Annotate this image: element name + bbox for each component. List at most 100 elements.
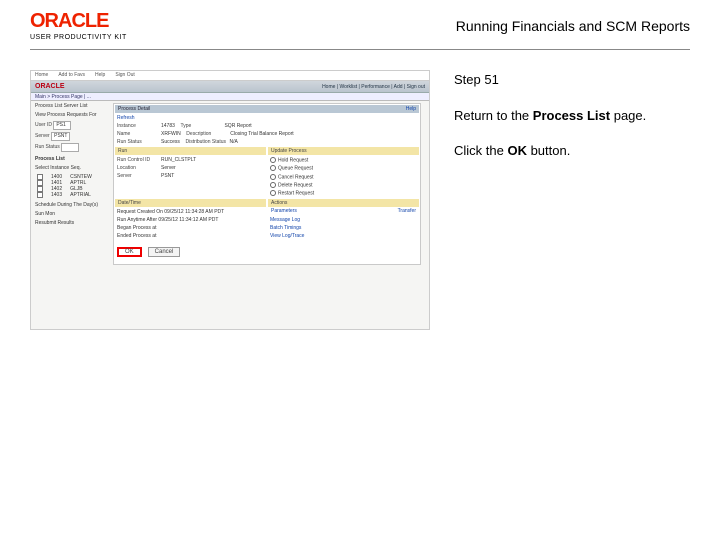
checkbox-icon <box>37 192 43 198</box>
ss-button-row: OK Cancel <box>117 247 417 257</box>
label: Run Anytime After <box>117 217 157 223</box>
value: SQR Report <box>224 123 251 129</box>
text-bold: OK <box>507 143 527 158</box>
ss-body: Process List Server List View Process Re… <box>31 101 429 321</box>
radio-icon <box>270 182 276 188</box>
value: Closing Trial Balance Report <box>230 131 293 137</box>
label: Type <box>180 123 224 129</box>
ss-panel-title: Process Detail <box>115 105 419 113</box>
ok-button[interactable]: OK <box>117 247 142 257</box>
value: Success <box>161 139 180 145</box>
text: button. <box>527 143 570 158</box>
ss-runstatus-value <box>61 143 79 152</box>
ss-date-began: Began Process at <box>117 225 264 231</box>
ss-userid-label: User ID <box>35 122 52 128</box>
ss-menu-item: Sign Out <box>115 72 134 79</box>
cell: APTRIAL <box>70 192 91 198</box>
ss-header-links: Home | Worklist | Performance | Add | Si… <box>322 84 425 90</box>
ss-process-detail-panel: Process Detail Help Refresh Instance1478… <box>113 103 421 265</box>
value: N/A <box>229 139 237 145</box>
label: Server <box>117 173 161 179</box>
ss-refresh-link: Refresh <box>117 115 417 121</box>
value: Server <box>161 165 176 171</box>
value: RUN_CLSTPLT <box>161 157 196 163</box>
table-row: 1403 APTRIAL <box>35 192 111 198</box>
ss-main-panel-area: Process Detail Help Refresh Instance1478… <box>113 103 421 265</box>
ss-radio-restart: Restart Request <box>270 190 417 196</box>
label: Location <box>117 165 161 171</box>
cell: 1403 <box>51 192 62 198</box>
text: page. <box>610 108 646 123</box>
label: Restart Request <box>278 191 314 197</box>
ss-schedule-label: Schedule During The Day(s) <box>35 202 111 209</box>
embedded-screenshot: Home Add to Favs Help Sign Out ORACLE Ho… <box>30 70 430 330</box>
value: PSNT <box>161 173 174 179</box>
ss-app-header: ORACLE Home | Worklist | Performance | A… <box>31 81 429 93</box>
text: Click the <box>454 143 507 158</box>
link: Transfer <box>398 208 416 214</box>
radio-icon <box>270 165 276 171</box>
ss-location-row: LocationServer <box>117 165 264 171</box>
ss-view-label: View Process Requests For <box>35 112 111 119</box>
value: 09/25/12 11:34:28 AM PDT <box>164 209 224 215</box>
ss-mon: Mon <box>45 211 55 217</box>
ss-menu-item: Home <box>35 72 48 79</box>
ss-run-header: Run <box>115 147 266 155</box>
ss-userid-value: PS1 <box>53 121 71 130</box>
text-bold: Process List <box>533 108 610 123</box>
label: Name <box>117 131 161 137</box>
step-number: Step 51 <box>454 70 690 90</box>
instruction-line-1: Return to the Process List page. <box>454 106 690 126</box>
ss-menu-item: Add to Favs <box>58 72 85 79</box>
ss-browser-menubar: Home Add to Favs Help Sign Out <box>31 71 429 81</box>
label: Cancel Request <box>278 174 314 180</box>
ss-oracle-logo: ORACLE <box>35 83 65 90</box>
label: Distribution Status <box>185 139 229 145</box>
ss-action-links-1: ParametersTransfer <box>268 207 419 215</box>
ss-runctl-row: Run Control IDRUN_CLSTPLT <box>117 157 264 163</box>
ss-breadcrumb: Main > Process Page | ... <box>31 93 429 101</box>
ss-days-row: Sun Mon <box>35 211 111 218</box>
ss-runstatus-row: Run Status <box>35 143 111 152</box>
text: Return to the <box>454 108 533 123</box>
ss-help-link: Help <box>406 106 416 112</box>
ss-server-label: Server <box>35 133 50 139</box>
ss-actions-header: Actions <box>268 199 419 207</box>
label: Run Status <box>117 139 161 145</box>
label: Description <box>186 131 230 137</box>
ss-radio-queue: Queue Request <box>270 165 417 171</box>
ss-resubmit-label: Resubmit Results <box>35 220 111 227</box>
ss-date-created: Request Created On 09/25/12 11:34:28 AM … <box>117 209 264 215</box>
cancel-button[interactable]: Cancel <box>148 247 181 257</box>
ss-msglog-link: Message Log <box>270 217 417 223</box>
label: Queue Request <box>278 166 313 172</box>
ss-date-ended: Ended Process at <box>117 233 264 239</box>
ss-instance-row: Instance14783 TypeSQR Report <box>117 123 417 129</box>
page-header: ORACLE USER PRODUCTIVITY KIT Running Fin… <box>0 0 720 45</box>
ss-viewlog-link: View Log/Trace <box>270 233 417 239</box>
label: Delete Request <box>278 182 312 188</box>
ss-radio-cancel: Cancel Request <box>270 174 417 180</box>
ss-update-header: Update Process <box>268 147 419 155</box>
instruction-panel: Step 51 Return to the Process List page.… <box>454 70 690 330</box>
ss-batch-link: Batch Timings <box>270 225 417 231</box>
ss-menu-item: Help <box>95 72 105 79</box>
ss-userid-row: User ID PS1 <box>35 121 111 130</box>
value: 14783 <box>161 123 175 129</box>
ss-radio-delete: Delete Request <box>270 182 417 188</box>
label: Request Created On <box>117 209 163 215</box>
label: Hold Request <box>278 157 308 163</box>
ss-sun: Sun <box>35 211 44 217</box>
label: Instance <box>117 123 161 129</box>
radio-icon <box>270 174 276 180</box>
ss-server-row: Server PSNT <box>35 132 111 141</box>
logo-block: ORACLE USER PRODUCTIVITY KIT <box>30 10 127 41</box>
oracle-logo: ORACLE <box>30 10 127 33</box>
ss-runstatus-label: Run Status <box>35 144 60 150</box>
ss-date-header: Date/Time <box>115 199 266 207</box>
ss-radio-hold: Hold Request <box>270 157 417 163</box>
ss-left-tabs: Process List Server List <box>35 103 111 110</box>
ss-date-runafter: Run Anytime After 09/25/12 11:34:12 AM P… <box>117 217 264 223</box>
ss-grid-columns: Select Instance Seq. <box>35 165 111 172</box>
page-title: Running Financials and SCM Reports <box>456 18 690 34</box>
